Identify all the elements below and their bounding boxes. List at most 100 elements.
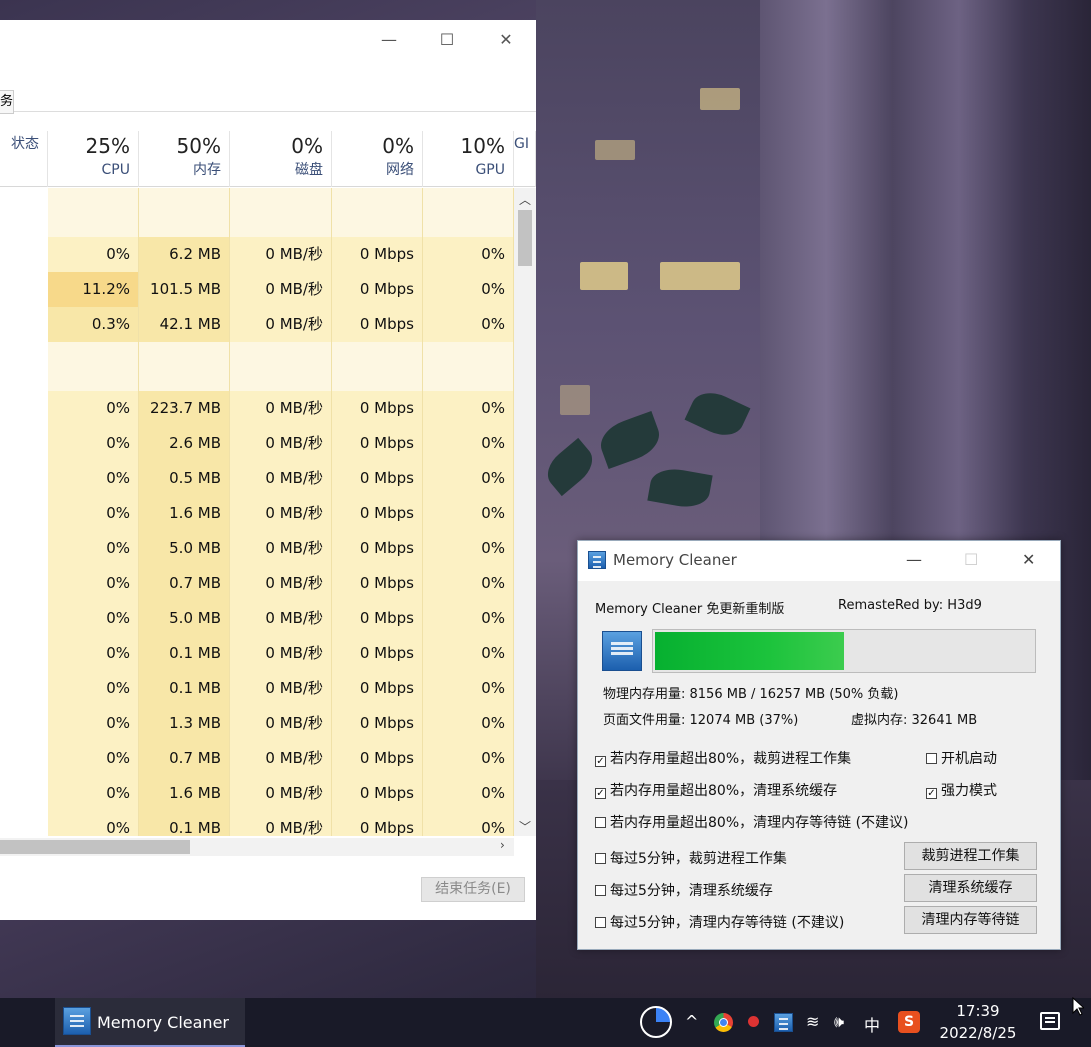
cell-mem: 1.6 MB — [139, 776, 230, 811]
cell-net: 0 Mbps — [332, 566, 423, 601]
cell-net: 0 Mbps — [332, 811, 423, 836]
ime-indicator[interactable]: 中 — [864, 1012, 880, 1036]
cpu-usage-tray-icon[interactable] — [640, 1006, 672, 1038]
volume-icon[interactable]: 🕪 — [834, 1012, 844, 1032]
checkbox-label: 每过5分钟，清理内存等待链 (不建议) — [610, 915, 845, 931]
horizontal-scrollbar[interactable]: › — [0, 838, 514, 856]
cell-gpu: 0% — [423, 237, 514, 272]
group-header-row[interactable] — [0, 342, 514, 391]
header-right-label: RemasteRed by: H3d9 — [838, 598, 982, 613]
column-header[interactable]: 10% GPU — [423, 131, 514, 187]
clock-date: 2022/8/25 — [939, 1024, 1017, 1042]
checkbox-unchecked-icon[interactable] — [595, 853, 606, 864]
horizontal-scroll-thumb[interactable] — [0, 840, 190, 854]
table-row[interactable]: 0% 1.6 MB 0 MB/秒 0 Mbps 0% — [0, 496, 514, 531]
threshold-option[interactable]: ✓ 若内存用量超出80%，清理系统缓存 — [595, 780, 837, 800]
table-row[interactable]: 0% 5.0 MB 0 MB/秒 0 Mbps 0% — [0, 601, 514, 636]
scroll-down-icon[interactable]: ﹀ — [519, 818, 531, 835]
side-option[interactable]: ✓ 强力模式 — [926, 780, 997, 800]
table-row[interactable]: 0% 1.6 MB 0 MB/秒 0 Mbps 0% — [0, 776, 514, 811]
action-button[interactable]: 裁剪进程工作集 — [904, 842, 1037, 870]
cell-cpu: 0% — [48, 461, 139, 496]
checkbox-checked-icon[interactable]: ✓ — [595, 756, 606, 767]
cell-cpu: 0% — [48, 237, 139, 272]
threshold-option[interactable]: ✓ 若内存用量超出80%，裁剪进程工作集 — [595, 748, 851, 768]
cell-mem: 0.7 MB — [139, 566, 230, 601]
column-header[interactable]: 0% 磁盘 — [230, 131, 332, 187]
table-row[interactable]: 0.3% 42.1 MB 0 MB/秒 0 Mbps 0% — [0, 307, 514, 342]
checkbox-unchecked-icon[interactable] — [595, 817, 606, 828]
side-option[interactable]: 开机启动 — [926, 748, 997, 768]
action-button[interactable]: 清理系统缓存 — [904, 874, 1037, 902]
clock-time: 17:39 — [956, 1002, 1000, 1020]
table-row[interactable]: 0% 0.5 MB 0 MB/秒 0 Mbps 0% — [0, 461, 514, 496]
cell-disk: 0 MB/秒 — [230, 741, 332, 776]
memory-cleaner-tray-icon[interactable] — [774, 1013, 793, 1032]
memory-cleaner-titlebar[interactable]: Memory Cleaner — ☐ ✕ — [578, 541, 1060, 581]
timed-option[interactable]: 每过5分钟，清理内存等待链 (不建议) — [595, 912, 844, 932]
timed-option[interactable]: 每过5分钟，裁剪进程工作集 — [595, 848, 787, 868]
cell-gpu: 0% — [423, 776, 514, 811]
cell-disk: 0 MB/秒 — [230, 636, 332, 671]
cell-mem: 1.3 MB — [139, 706, 230, 741]
column-header[interactable]: GI — [514, 131, 536, 187]
checkbox-checked-icon[interactable]: ✓ — [926, 788, 937, 799]
record-icon[interactable] — [748, 1016, 759, 1027]
close-button[interactable]: ✕ — [491, 29, 521, 51]
table-row[interactable]: 0% 0.7 MB 0 MB/秒 0 Mbps 0% — [0, 741, 514, 776]
table-row[interactable]: 0% 0.1 MB 0 MB/秒 0 Mbps 0% — [0, 811, 514, 836]
checkbox-checked-icon[interactable]: ✓ — [595, 788, 606, 799]
cell-gpu — [423, 188, 514, 237]
maximize-button[interactable]: ☐ — [432, 29, 462, 51]
scroll-up-icon[interactable]: ︿ — [519, 191, 531, 208]
cell-gpu — [423, 342, 514, 391]
tab-services[interactable]: 务 — [0, 90, 14, 114]
vertical-scroll-thumb[interactable] — [518, 210, 532, 266]
cell-gpu: 0% — [423, 391, 514, 426]
cell-cpu — [48, 188, 139, 237]
table-row[interactable]: 11.2% 101.5 MB 0 MB/秒 0 Mbps 0% — [0, 272, 514, 307]
checkbox-unchecked-icon[interactable] — [595, 917, 606, 928]
column-label: 内存 — [193, 162, 221, 178]
table-row[interactable]: 0% 5.0 MB 0 MB/秒 0 Mbps 0% — [0, 531, 514, 566]
minimize-button[interactable]: — — [374, 29, 404, 51]
table-row[interactable]: 0% 0.1 MB 0 MB/秒 0 Mbps 0% — [0, 671, 514, 706]
column-header[interactable]: 状态 — [0, 131, 48, 187]
table-row[interactable]: 0% 6.2 MB 0 MB/秒 0 Mbps 0% — [0, 237, 514, 272]
cell-mem — [139, 188, 230, 237]
vertical-scrollbar[interactable]: ︿ ﹀ — [514, 188, 536, 836]
cell-cpu: 0.3% — [48, 307, 139, 342]
column-label: CPU — [101, 162, 130, 178]
system-clock[interactable]: 17:39 2022/8/25 — [938, 1000, 1018, 1044]
close-button[interactable]: ✕ — [1022, 550, 1035, 569]
chrome-icon[interactable] — [714, 1013, 733, 1032]
cell-disk: 0 MB/秒 — [230, 426, 332, 461]
column-header[interactable]: 50% 内存 — [139, 131, 230, 187]
wifi-icon[interactable]: ≋ — [806, 1012, 819, 1031]
notification-icon[interactable] — [1040, 1012, 1060, 1030]
threshold-option[interactable]: 若内存用量超出80%，清理内存等待链 (不建议) — [595, 812, 909, 832]
timed-option[interactable]: 每过5分钟，清理系统缓存 — [595, 880, 773, 900]
column-percent: 0% — [291, 134, 323, 158]
chevron-up-icon[interactable]: ^ — [685, 1012, 698, 1031]
sogou-input-icon[interactable]: S — [898, 1011, 920, 1033]
checkbox-unchecked-icon[interactable] — [595, 885, 606, 896]
column-header[interactable]: 0% 网络 — [332, 131, 423, 187]
table-row[interactable]: 0% 2.6 MB 0 MB/秒 0 Mbps 0% — [0, 426, 514, 461]
cell-disk: 0 MB/秒 — [230, 671, 332, 706]
minimize-button[interactable]: — — [906, 550, 922, 569]
end-task-button[interactable]: 结束任务(E) — [421, 877, 525, 902]
table-row[interactable]: 0% 0.1 MB 0 MB/秒 0 Mbps 0% — [0, 636, 514, 671]
table-row[interactable]: 0% 223.7 MB 0 MB/秒 0 Mbps 0% — [0, 391, 514, 426]
table-row[interactable]: 0% 0.7 MB 0 MB/秒 0 Mbps 0% — [0, 566, 514, 601]
cell-mem: 5.0 MB — [139, 601, 230, 636]
group-header-row[interactable] — [0, 188, 514, 237]
column-percent: 0% — [382, 134, 414, 158]
scroll-right-icon[interactable]: › — [500, 838, 505, 852]
taskbar-app-memory-cleaner[interactable]: Memory Cleaner — [55, 998, 245, 1047]
checkbox-unchecked-icon[interactable] — [926, 753, 937, 764]
action-button[interactable]: 清理内存等待链 — [904, 906, 1037, 934]
table-row[interactable]: 0% 1.3 MB 0 MB/秒 0 Mbps 0% — [0, 706, 514, 741]
task-manager-titlebar[interactable]: — ☐ ✕ — [0, 20, 536, 60]
column-header[interactable]: 25% CPU — [48, 131, 139, 187]
